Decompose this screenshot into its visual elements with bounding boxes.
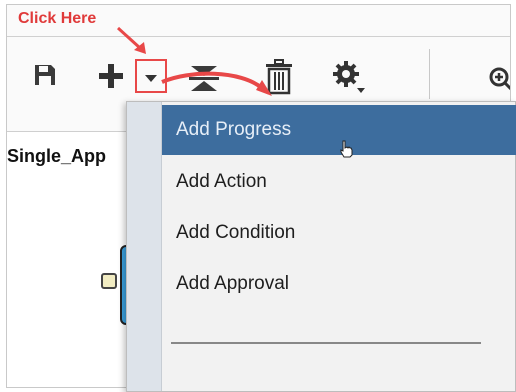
menu-divider — [171, 342, 481, 344]
menu-item-add-approval[interactable]: Add Approval — [162, 259, 516, 309]
add-dropdown-menu: Add Progress Add Action Add Condition Ad… — [126, 101, 516, 392]
menu-item-add-action[interactable]: Add Action — [162, 157, 516, 207]
arrow-head-2 — [256, 80, 272, 96]
hand-cursor-icon — [340, 140, 353, 158]
menu-item-add-condition[interactable]: Add Condition — [162, 208, 516, 258]
menu-icon-gutter — [127, 102, 162, 391]
